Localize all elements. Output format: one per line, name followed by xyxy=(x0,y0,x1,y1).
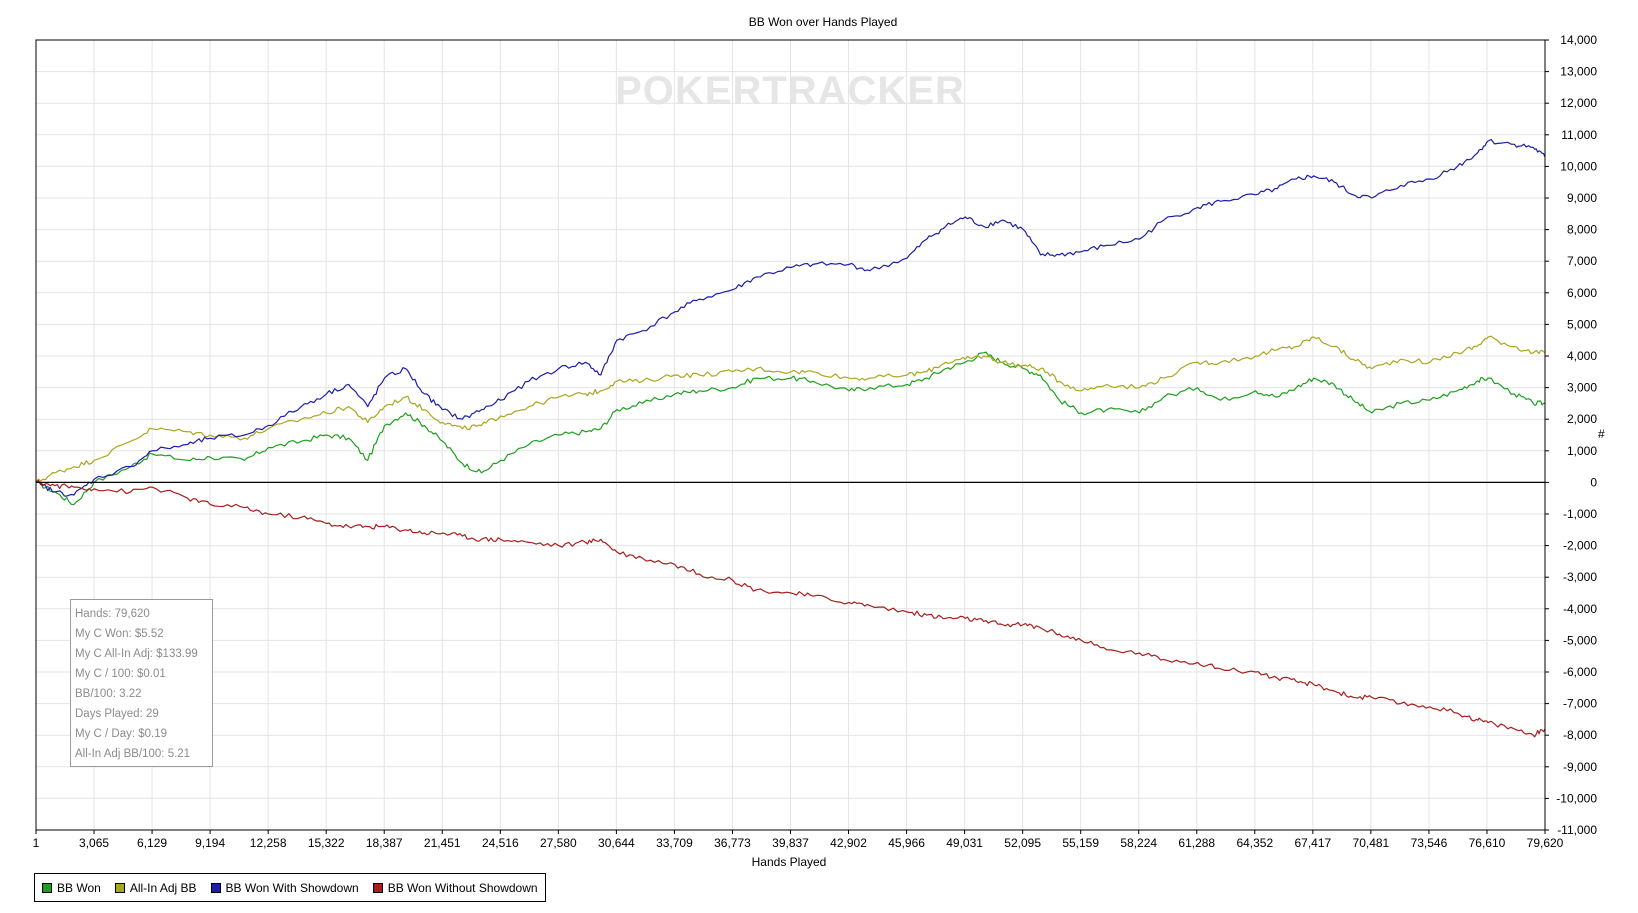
y-tick-label: 10,000 xyxy=(1560,159,1597,173)
x-tick-label: 18,387 xyxy=(366,836,403,850)
y-tick-label: -9,000 xyxy=(1563,760,1597,774)
x-tick-label: 9,194 xyxy=(195,836,225,850)
x-tick-label: 15,322 xyxy=(308,836,345,850)
y-tick-label: 2,000 xyxy=(1567,412,1597,426)
stat-allin-adj-bb-per-100: All-In Adj BB/100: 5.21 xyxy=(75,748,191,760)
legend-label: BB Won With Showdown xyxy=(225,880,359,895)
y-tick-label: 1,000 xyxy=(1567,444,1597,458)
y-tick-label: 5,000 xyxy=(1567,317,1597,331)
y-tick-label: 7,000 xyxy=(1567,254,1597,268)
x-tick-label: 45,966 xyxy=(888,836,925,850)
x-tick-label: 67,417 xyxy=(1294,836,1331,850)
x-tick-label: 3,065 xyxy=(79,836,109,850)
legend-item-bb-won[interactable]: BB Won xyxy=(42,881,101,895)
y-tick-label: -8,000 xyxy=(1563,728,1597,742)
x-tick-label: 42,902 xyxy=(830,836,867,850)
x-tick-label: 61,288 xyxy=(1178,836,1215,850)
y-tick-label: 3,000 xyxy=(1567,381,1597,395)
x-tick-label: 79,620 xyxy=(1527,836,1564,850)
y-tick-label: -7,000 xyxy=(1563,697,1597,711)
y-tick-label: 8,000 xyxy=(1567,223,1597,237)
y-tick-label: -4,000 xyxy=(1563,602,1597,616)
y-tick-label: -6,000 xyxy=(1563,665,1597,679)
y-axis-ticks: 14,000 13,000 12,000 11,000 10,000 9,000 8,000… xyxy=(1545,33,1597,837)
x-tick-label: 39,837 xyxy=(772,836,809,850)
stats-panel: Hands: 79,620 My C Won: $5.52 My C All-I… xyxy=(70,599,213,767)
y-tick-label: -2,000 xyxy=(1563,539,1597,553)
y-tick-label: 12,000 xyxy=(1560,96,1597,110)
gridlines xyxy=(35,39,1546,831)
x-tick-label: 64,352 xyxy=(1236,836,1273,850)
x-tick-label: 52,095 xyxy=(1004,836,1041,850)
stat-hands: Hands: 79,620 xyxy=(75,608,150,620)
legend-swatch-bb-won xyxy=(42,882,52,893)
y-tick-label: 4,000 xyxy=(1567,349,1597,363)
legend-label: All-In Adj BB xyxy=(129,880,197,895)
right-axis-mark: # xyxy=(1598,427,1605,441)
x-tick-label: 1 xyxy=(33,836,40,850)
x-tick-label: 6,129 xyxy=(137,836,167,850)
legend-swatch-bb-won-with-showdown xyxy=(210,882,221,893)
x-tick-label: 49,031 xyxy=(946,836,983,850)
x-axis-label: Hands Played xyxy=(752,855,827,869)
legend-swatch-all-in-adj-bb xyxy=(114,882,125,893)
legend-item-bb-won-without-showdown[interactable]: BB Won Without Showdown xyxy=(372,880,538,895)
y-tick-label: 11,000 xyxy=(1561,128,1597,142)
stat-per-day: My C / Day: $0.19 xyxy=(75,728,168,740)
legend-item-all-in-adj-bb[interactable]: All-In Adj BB xyxy=(114,880,197,895)
x-tick-label: 73,546 xyxy=(1411,836,1448,850)
y-tick-label: -11,000 xyxy=(1557,823,1597,837)
y-tick-label: 6,000 xyxy=(1567,286,1597,300)
legend: BB Won All-In Adj BB BB Won With Showdow… xyxy=(34,873,546,902)
x-tick-label: 55,159 xyxy=(1062,836,1099,850)
x-tick-label: 30,644 xyxy=(598,836,635,850)
stat-per-100: My C / 100: $0.01 xyxy=(75,668,166,680)
x-axis-ticks: 1 3,065 6,129 9,194 12,258 15,322 18,387 21,451… xyxy=(33,830,1564,850)
x-tick-label: 24,516 xyxy=(482,836,519,850)
x-tick-label: 12,258 xyxy=(250,836,287,850)
stat-allin-adj: My C All-In Adj: $133.99 xyxy=(75,648,198,660)
x-tick-label: 76,610 xyxy=(1469,836,1506,850)
x-tick-label: 21,451 xyxy=(424,836,461,850)
y-tick-label: -3,000 xyxy=(1563,570,1597,584)
stat-bb-per-100: BB/100: 3.22 xyxy=(75,688,142,700)
y-tick-label: -5,000 xyxy=(1563,633,1597,647)
y-tick-label: -1,000 xyxy=(1563,507,1597,521)
x-tick-label: 58,224 xyxy=(1120,836,1157,850)
chart-title: BB Won over Hands Played xyxy=(749,15,898,29)
y-tick-label: 9,000 xyxy=(1567,191,1597,205)
y-tick-label: 13,000 xyxy=(1560,65,1597,79)
legend-label: BB Won Without Showdown xyxy=(387,880,538,895)
stat-days-played: Days Played: 29 xyxy=(75,708,159,720)
legend-item-bb-won-with-showdown[interactable]: BB Won With Showdown xyxy=(210,880,359,895)
legend-label: BB Won xyxy=(57,880,101,895)
x-tick-label: 36,773 xyxy=(714,836,751,850)
y-tick-label: 0 xyxy=(1590,475,1597,489)
x-tick-label: 27,580 xyxy=(540,836,577,850)
x-tick-label: 70,481 xyxy=(1353,836,1390,850)
stat-won: My C Won: $5.52 xyxy=(75,628,164,640)
chart: BB Won over Hands Played POKERTRACKER 13… xyxy=(33,15,1598,869)
y-tick-label: -10,000 xyxy=(1556,791,1597,805)
y-tick-label: 14,000 xyxy=(1560,33,1597,47)
legend-swatch-bb-won-without-showdown xyxy=(372,882,383,893)
x-tick-label: 33,709 xyxy=(656,836,693,850)
